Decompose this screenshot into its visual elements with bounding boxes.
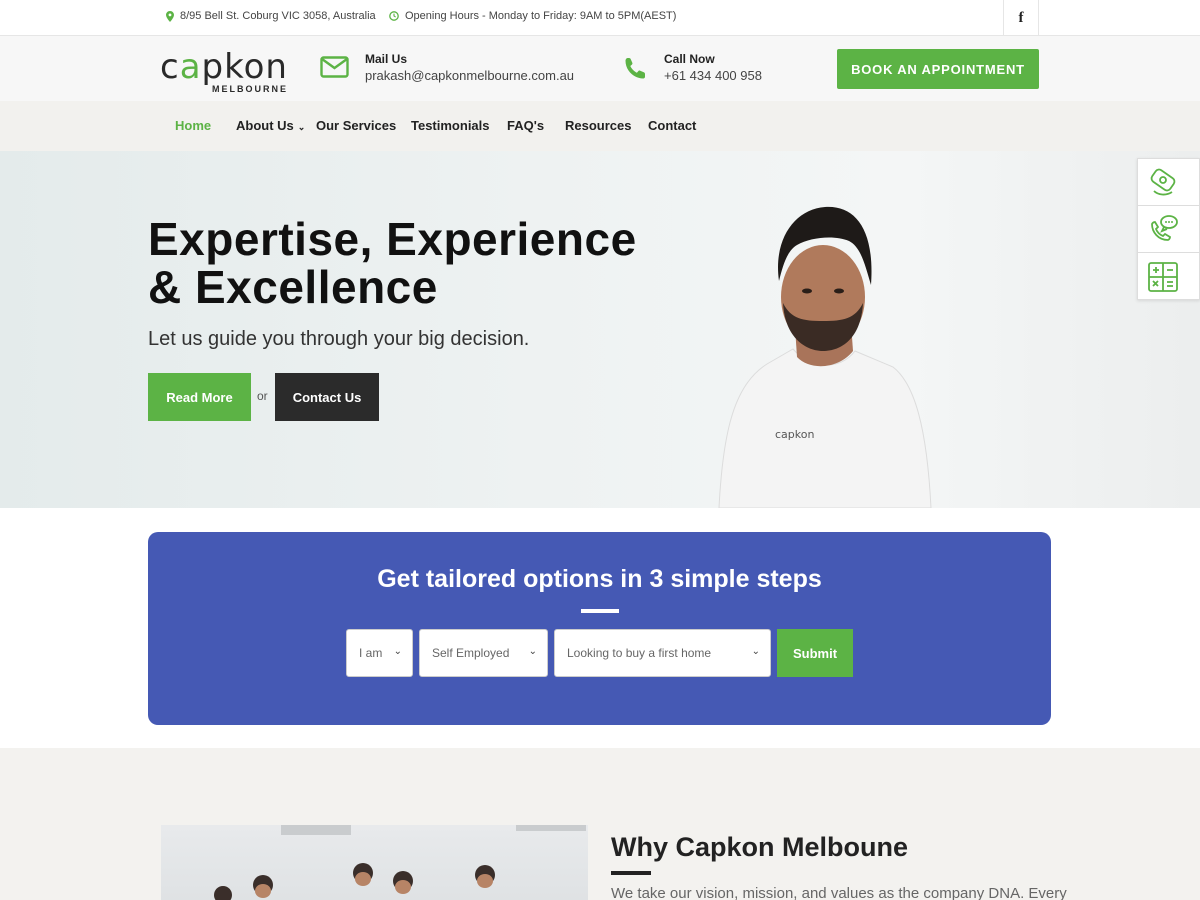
nav-about-us[interactable]: About Us ⌄ <box>236 118 305 133</box>
calculator-tool[interactable] <box>1138 253 1200 300</box>
chevron-down-icon: ⌄ <box>751 646 760 657</box>
steps-panel: Get tailored options in 3 simple steps I… <box>148 532 1051 725</box>
hero-banner: Expertise, Experience & Excellence Let us… <box>0 151 1200 508</box>
read-more-button[interactable]: Read More <box>148 373 251 421</box>
hero-title: Expertise, Experience & Excellence <box>148 213 637 313</box>
contact-us-button[interactable]: Contact Us <box>275 373 379 421</box>
hours-item: Opening Hours - Monday to Friday: 9AM to… <box>389 10 676 22</box>
hero-person-image: capkon <box>718 206 932 508</box>
shirt-logo: capkon <box>775 428 814 441</box>
logo-subtitle: MELBOURNE <box>212 84 288 94</box>
chevron-down-icon: ⌄ <box>297 122 306 132</box>
logo-wordmark: capkon <box>160 47 288 87</box>
submit-button[interactable]: Submit <box>777 629 853 677</box>
why-divider <box>611 871 651 875</box>
facebook-icon[interactable]: f <box>1003 0 1039 36</box>
goal-select[interactable]: Looking to buy a first home ⌄ <box>554 629 771 677</box>
call-value[interactable]: +61 434 400 958 <box>664 68 762 83</box>
call-label: Call Now <box>664 52 715 66</box>
nav-contact[interactable]: Contact <box>648 118 696 133</box>
main-nav: Home About Us ⌄ Our Services Testimonials… <box>0 101 1200 151</box>
logo[interactable]: capkon MELBOURNE <box>160 50 290 94</box>
why-title: Why Capkon Melboune <box>611 832 908 862</box>
nav-home[interactable]: Home <box>175 118 211 133</box>
call-block: Call Now +61 434 400 958 <box>624 52 762 83</box>
clock-icon <box>389 11 399 21</box>
calculator-icon <box>1148 261 1178 292</box>
nav-faqs[interactable]: FAQ's <box>507 118 544 133</box>
chevron-down-icon: ⌄ <box>393 646 402 657</box>
map-pin-icon <box>166 10 174 22</box>
team-photo <box>161 825 588 900</box>
or-text: or <box>257 389 268 403</box>
chat-phone-icon <box>1151 215 1178 241</box>
mail-value[interactable]: prakash@capkonmelbourne.com.au <box>365 68 574 83</box>
header: capkon MELBOURNE Mail Us prakash@capkonm… <box>0 36 1200 101</box>
nav-resources[interactable]: Resources <box>565 118 631 133</box>
i-am-select[interactable]: I am ⌄ <box>346 629 413 677</box>
hours-text: Opening Hours - Monday to Friday: 9AM to… <box>405 10 677 22</box>
mail-block: Mail Us prakash@capkonmelbourne.com.au <box>320 52 574 83</box>
team-photo-image <box>214 825 586 900</box>
top-bar: 8/95 Bell St. Coburg VIC 3058, Australia… <box>0 0 1200 36</box>
nav-testimonials[interactable]: Testimonials <box>411 118 490 133</box>
money-tool[interactable] <box>1138 159 1200 206</box>
hero-subtitle: Let us guide you through your big decisi… <box>148 328 530 350</box>
address-text: 8/95 Bell St. Coburg VIC 3058, Australia <box>180 10 376 22</box>
money-icon <box>1150 168 1176 196</box>
address-item: 8/95 Bell St. Coburg VIC 3058, Australia <box>166 10 376 22</box>
employment-select[interactable]: Self Employed ⌄ <box>419 629 548 677</box>
chevron-down-icon: ⌄ <box>528 646 537 657</box>
steps-divider <box>581 609 619 613</box>
book-appointment-button[interactable]: BOOK AN APPOINTMENT <box>837 49 1039 89</box>
why-text: We take our vision, mission, and values … <box>611 885 1067 900</box>
mail-label: Mail Us <box>365 52 408 66</box>
chat-call-tool[interactable] <box>1138 206 1200 253</box>
phone-icon <box>625 58 645 79</box>
nav-our-services[interactable]: Our Services <box>316 118 396 133</box>
mail-icon <box>320 56 349 78</box>
steps-title: Get tailored options in 3 simple steps <box>377 565 822 593</box>
side-toolbar <box>1137 158 1200 300</box>
